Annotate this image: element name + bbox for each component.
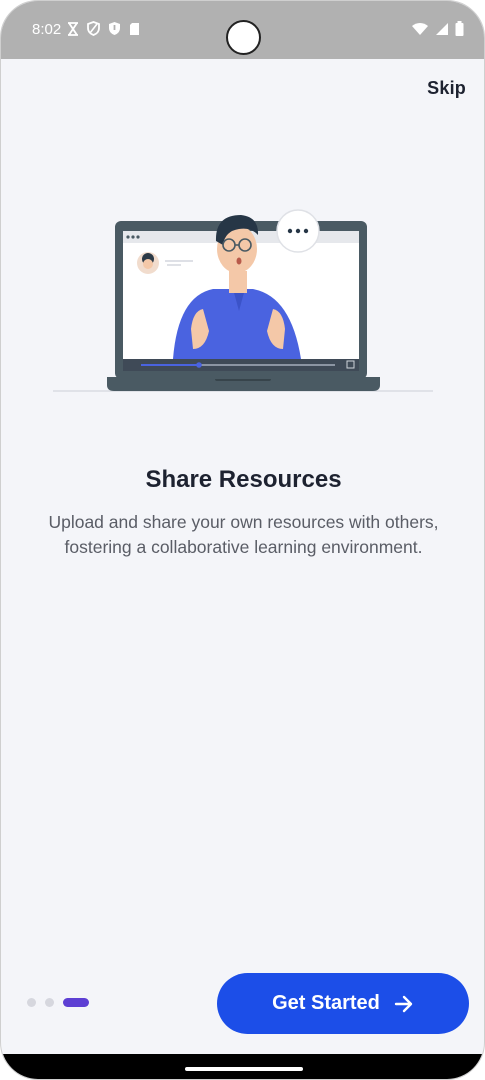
battery-icon	[455, 21, 464, 36]
shield-filled-icon	[109, 22, 120, 35]
wifi-icon	[412, 22, 428, 35]
skip-button[interactable]: Skip	[427, 78, 466, 99]
hourglass-icon	[68, 21, 78, 36]
get-started-button[interactable]: Get Started	[217, 973, 469, 1034]
shield-outline-icon	[87, 21, 100, 36]
laptop-video-call-illustration	[53, 209, 433, 392]
get-started-label: Get Started	[272, 992, 380, 1014]
front-camera	[226, 20, 261, 55]
page-dot	[45, 998, 54, 1007]
sim-card-icon	[130, 22, 139, 35]
signal-icon	[436, 22, 448, 35]
status-icons-right	[411, 21, 464, 36]
arrow-right-icon	[394, 995, 413, 1012]
phone-screen: 8:02 Skip Share Resources Upload and sha…	[0, 0, 485, 1080]
status-bar: 8:02	[1, 1, 484, 59]
status-icons-left	[67, 21, 140, 36]
home-indicator[interactable]	[185, 1067, 303, 1071]
page-indicator	[27, 998, 89, 1007]
status-time: 8:02	[32, 21, 62, 38]
slide-description: Upload and share your own resources with…	[48, 512, 439, 557]
page-dot	[27, 998, 36, 1007]
page-dot-active	[63, 998, 89, 1007]
slide-title: Share Resources	[145, 466, 342, 493]
